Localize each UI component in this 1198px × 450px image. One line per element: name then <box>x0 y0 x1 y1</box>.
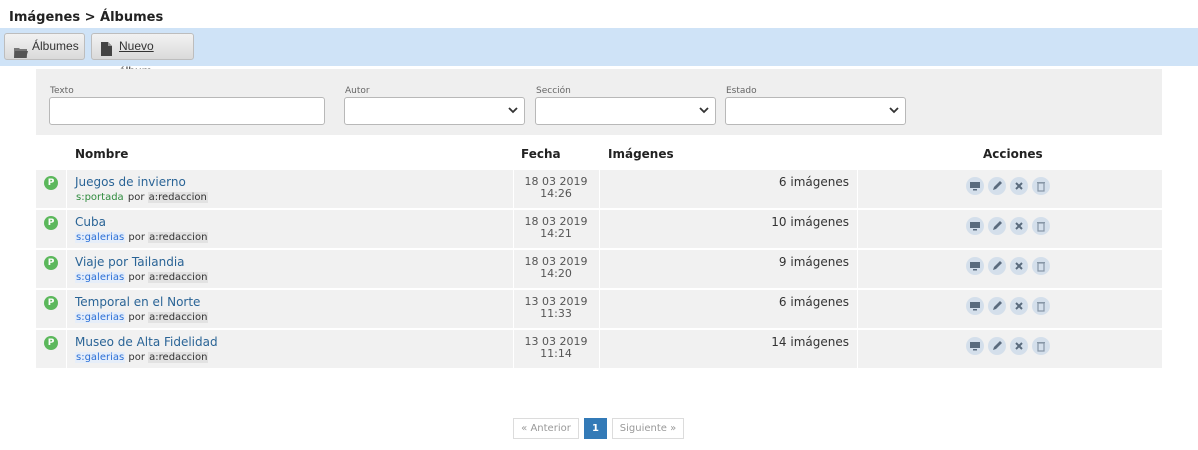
table-header: Nombre Fecha Imágenes Acciones <box>36 140 1162 168</box>
autor-select[interactable] <box>344 97 525 125</box>
meta-by: por <box>128 352 145 363</box>
albums-button-label: Álbumes <box>32 39 79 53</box>
album-meta: s:galerias por a:redaccion <box>75 272 209 283</box>
trash-icon[interactable] <box>1032 297 1050 315</box>
status-badge: P <box>44 256 58 270</box>
album-title-link[interactable]: Cuba <box>75 215 106 229</box>
section-tag[interactable]: s:portada <box>75 192 125 203</box>
estado-select[interactable] <box>725 97 906 125</box>
folder-icon <box>14 42 28 67</box>
album-meta: s:portada por a:redaccion <box>75 192 208 203</box>
images-count: 14 imágenes <box>771 335 849 349</box>
pencil-icon[interactable] <box>988 337 1006 355</box>
pencil-icon[interactable] <box>988 257 1006 275</box>
monitor-icon[interactable] <box>966 337 984 355</box>
album-title-link[interactable]: Juegos de invierno <box>75 175 186 189</box>
time-value: 14:20 <box>540 267 572 280</box>
texto-input[interactable] <box>49 97 325 125</box>
album-title-link[interactable]: Temporal en el Norte <box>75 295 200 309</box>
section-tag[interactable]: s:galerias <box>75 272 126 283</box>
table-row: P Juegos de invierno s:portada por a:red… <box>36 170 1162 208</box>
time-value: 11:14 <box>540 347 572 360</box>
pagination-next[interactable]: Siguiente » <box>612 418 684 439</box>
toolbar: Álbumes Nuevo álbum <box>0 28 1198 78</box>
author-tag[interactable]: a:redaccion <box>148 272 209 283</box>
date-cell: 13 03 2019 11:33 <box>517 296 595 320</box>
album-meta: s:galerias por a:redaccion <box>75 352 209 363</box>
chevron-down-icon <box>889 105 899 118</box>
time-value: 11:33 <box>540 307 572 320</box>
table-row: P Viaje por Tailandia s:galerias por a:r… <box>36 250 1162 288</box>
pencil-icon[interactable] <box>988 217 1006 235</box>
new-album-button[interactable]: Nuevo álbum <box>91 33 194 78</box>
table-row: P Museo de Alta Fidelidad s:galerias por… <box>36 330 1162 368</box>
chevron-down-icon <box>699 105 709 118</box>
author-tag[interactable]: a:redaccion <box>148 312 209 323</box>
trash-icon[interactable] <box>1032 337 1050 355</box>
time-value: 14:26 <box>540 187 572 200</box>
pencil-icon[interactable] <box>988 177 1006 195</box>
close-icon[interactable] <box>1010 217 1028 235</box>
column-header-nombre: Nombre <box>75 147 129 161</box>
column-header-fecha: Fecha <box>521 147 561 161</box>
album-title-link[interactable]: Viaje por Tailandia <box>75 255 185 269</box>
column-header-acciones: Acciones <box>983 147 1043 161</box>
time-value: 14:21 <box>540 227 572 240</box>
status-badge: P <box>44 216 58 230</box>
section-tag[interactable]: s:galerias <box>75 352 126 363</box>
section-tag[interactable]: s:galerias <box>75 312 126 323</box>
column-header-imagenes: Imágenes <box>608 147 674 161</box>
seccion-label: Sección <box>536 86 571 96</box>
status-badge: P <box>44 176 58 190</box>
monitor-icon[interactable] <box>966 257 984 275</box>
table-row: P Temporal en el Norte s:galerias por a:… <box>36 290 1162 328</box>
meta-by: por <box>128 272 145 283</box>
pagination-page-current[interactable]: 1 <box>584 418 607 439</box>
album-meta: s:galerias por a:redaccion <box>75 232 209 243</box>
filter-panel: Texto Autor Sección Estado <box>36 69 1162 135</box>
document-icon <box>101 40 112 65</box>
table-row: P Cuba s:galerias por a:redaccion 18 03 … <box>36 210 1162 248</box>
chevron-down-icon <box>508 105 518 118</box>
album-title-link[interactable]: Museo de Alta Fidelidad <box>75 335 218 349</box>
images-count: 6 imágenes <box>778 175 849 189</box>
meta-by: por <box>128 232 145 243</box>
trash-icon[interactable] <box>1032 217 1050 235</box>
date-cell: 18 03 2019 14:20 <box>517 256 595 280</box>
close-icon[interactable] <box>1010 177 1028 195</box>
close-icon[interactable] <box>1010 297 1028 315</box>
trash-icon[interactable] <box>1032 177 1050 195</box>
breadcrumb: Imágenes > Álbumes <box>9 10 164 25</box>
meta-by: por <box>128 312 145 323</box>
status-badge: P <box>44 336 58 350</box>
images-count: 10 imágenes <box>771 215 849 229</box>
close-icon[interactable] <box>1010 337 1028 355</box>
pencil-icon[interactable] <box>988 297 1006 315</box>
images-count: 9 imágenes <box>778 255 849 269</box>
meta-by: por <box>127 192 145 203</box>
images-count: 6 imágenes <box>778 295 849 309</box>
albums-button[interactable]: Álbumes <box>4 33 85 60</box>
autor-label: Autor <box>345 86 370 96</box>
monitor-icon[interactable] <box>966 217 984 235</box>
author-tag[interactable]: a:redaccion <box>148 232 209 243</box>
monitor-icon[interactable] <box>966 177 984 195</box>
monitor-icon[interactable] <box>966 297 984 315</box>
estado-label: Estado <box>726 86 757 96</box>
close-icon[interactable] <box>1010 257 1028 275</box>
status-badge: P <box>44 296 58 310</box>
texto-label: Texto <box>50 86 74 96</box>
date-cell: 13 03 2019 11:14 <box>517 336 595 360</box>
author-tag[interactable]: a:redaccion <box>148 352 209 363</box>
section-tag[interactable]: s:galerias <box>75 232 126 243</box>
author-tag[interactable]: a:redaccion <box>147 192 208 203</box>
pagination-prev[interactable]: « Anterior <box>513 418 579 439</box>
date-cell: 18 03 2019 14:26 <box>517 176 595 200</box>
date-cell: 18 03 2019 14:21 <box>517 216 595 240</box>
trash-icon[interactable] <box>1032 257 1050 275</box>
seccion-select[interactable] <box>535 97 716 125</box>
album-meta: s:galerias por a:redaccion <box>75 312 209 323</box>
